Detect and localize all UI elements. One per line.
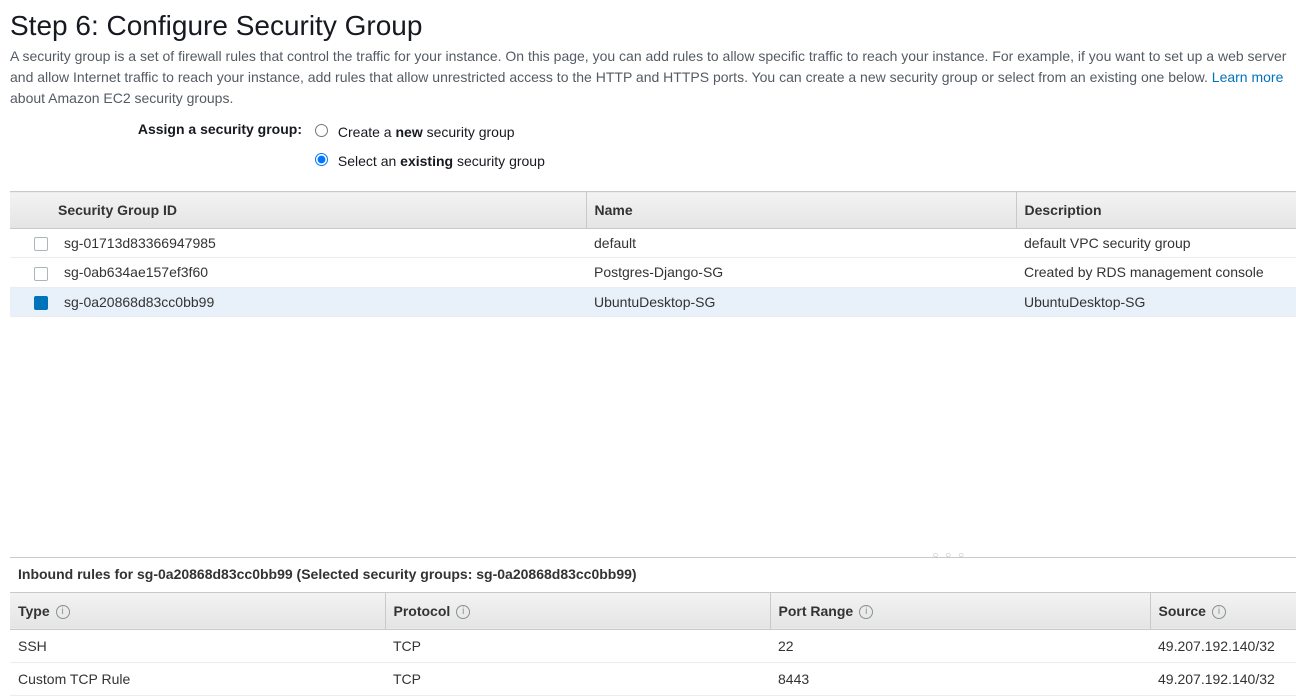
inbound-rules-table: Typei Protocoli Port Rangei Sourcei SSH … (10, 592, 1296, 696)
table-row: Custom TCP Rule TCP 8443 49.207.192.140/… (10, 663, 1296, 696)
rule-source: 49.207.192.140/32 (1150, 630, 1296, 663)
sg-row-name: UbuntuDesktop-SG (586, 287, 1016, 316)
sg-row-checkbox[interactable] (34, 296, 48, 310)
assign-sg-label: Assign a security group: (10, 119, 310, 137)
rule-source: 49.207.192.140/32 (1150, 663, 1296, 696)
radio-select-bold: existing (400, 153, 453, 169)
radio-create-post: security group (423, 124, 515, 140)
radio-create-bold: new (395, 124, 422, 140)
desc-text-post: about Amazon EC2 security groups. (10, 90, 233, 106)
sg-row-id: sg-01713d83366947985 (56, 229, 586, 258)
sg-row-desc: UbuntuDesktop-SG (1016, 287, 1296, 316)
inbound-rules-title: Inbound rules for sg-0a20868d83cc0bb99 (… (18, 566, 1296, 582)
desc-text-pre: A security group is a set of firewall ru… (10, 48, 1286, 85)
sg-row-id: sg-0a20868d83cc0bb99 (56, 287, 586, 316)
radio-select-pre: Select an (338, 153, 400, 169)
rules-header-port[interactable]: Port Rangei (770, 592, 1150, 629)
sg-row-name: default (586, 229, 1016, 258)
sg-row-id: sg-0ab634ae157ef3f60 (56, 258, 586, 287)
table-row: SSH TCP 22 49.207.192.140/32 (10, 630, 1296, 663)
table-row[interactable]: sg-01713d83366947985 default default VPC… (10, 229, 1296, 258)
rules-header-type[interactable]: Typei (10, 592, 385, 629)
rule-type: SSH (10, 630, 385, 663)
info-icon[interactable]: i (56, 605, 70, 619)
sg-header-id[interactable]: Security Group ID (10, 192, 586, 229)
radio-select-existing-sg-label[interactable]: Select an existing security group (310, 150, 545, 169)
radio-create-new-sg-label[interactable]: Create a new security group (310, 121, 545, 140)
sg-row-desc: default VPC security group (1016, 229, 1296, 258)
panel-divider: ○ ○ ○ (10, 557, 1296, 558)
rule-port: 8443 (770, 663, 1150, 696)
security-group-table: Security Group ID Name Description sg-01… (10, 191, 1296, 317)
rule-port: 22 (770, 630, 1150, 663)
sg-row-checkbox[interactable] (34, 267, 48, 281)
page-title: Step 6: Configure Security Group (10, 10, 1296, 42)
table-row[interactable]: sg-0ab634ae157ef3f60 Postgres-Django-SG … (10, 258, 1296, 287)
rule-protocol: TCP (385, 630, 770, 663)
info-icon[interactable]: i (859, 605, 873, 619)
rule-type: Custom TCP Rule (10, 663, 385, 696)
info-icon[interactable]: i (1212, 605, 1226, 619)
sg-row-checkbox[interactable] (34, 237, 48, 251)
info-icon[interactable]: i (456, 605, 470, 619)
learn-more-link[interactable]: Learn more (1212, 69, 1284, 85)
table-row[interactable]: sg-0a20868d83cc0bb99 UbuntuDesktop-SG Ub… (10, 287, 1296, 316)
radio-create-new-sg[interactable] (315, 124, 328, 137)
resize-handle-icon[interactable]: ○ ○ ○ (932, 550, 966, 561)
rule-protocol: TCP (385, 663, 770, 696)
sg-header-name[interactable]: Name (586, 192, 1016, 229)
page-description: A security group is a set of firewall ru… (10, 46, 1296, 109)
rules-header-protocol[interactable]: Protocoli (385, 592, 770, 629)
radio-create-pre: Create a (338, 124, 396, 140)
sg-row-name: Postgres-Django-SG (586, 258, 1016, 287)
sg-row-desc: Created by RDS management console (1016, 258, 1296, 287)
rules-header-source[interactable]: Sourcei (1150, 592, 1296, 629)
radio-select-post: security group (453, 153, 545, 169)
radio-select-existing-sg[interactable] (315, 153, 328, 166)
sg-header-desc[interactable]: Description (1016, 192, 1296, 229)
